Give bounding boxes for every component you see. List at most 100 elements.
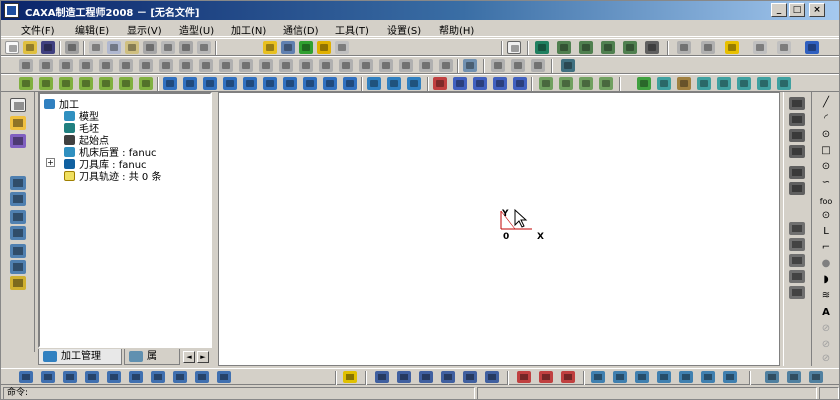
box-icon[interactable] (677, 77, 691, 90)
text-icon[interactable]: A (818, 307, 834, 319)
zoom-window-icon[interactable] (557, 41, 571, 54)
menu-view[interactable]: 显示(V) (127, 22, 162, 37)
edit-tool-icon[interactable] (279, 59, 293, 72)
edit-tool-icon[interactable] (359, 59, 373, 72)
wireframe-icon[interactable] (677, 41, 691, 54)
tab-machining-manager[interactable]: 加工管理 (38, 349, 122, 365)
spline-icon[interactable]: ∽ (818, 177, 834, 189)
solid-op-icon[interactable] (539, 77, 553, 90)
zoom-in-icon[interactable] (579, 41, 593, 54)
edit-tool-icon[interactable] (199, 59, 213, 72)
edit-tool-icon[interactable] (79, 59, 93, 72)
menu-tools[interactable]: 工具(T) (335, 22, 369, 37)
box-icon[interactable] (717, 77, 731, 90)
edit-tool-icon[interactable] (419, 59, 433, 72)
machining-op-icon[interactable] (19, 371, 33, 383)
tool-icon[interactable] (10, 210, 26, 224)
toolpath-edit-icon[interactable] (375, 371, 389, 383)
dimension-icon[interactable] (789, 97, 805, 110)
post-process-icon[interactable] (809, 371, 823, 383)
eraser-icon[interactable] (343, 371, 357, 383)
feature-icon[interactable] (139, 77, 153, 90)
window-cascade-icon[interactable] (777, 41, 791, 54)
layer-icon[interactable] (317, 41, 331, 54)
simulation-icon[interactable] (591, 371, 605, 383)
select-arrow-icon[interactable] (10, 98, 26, 112)
tab-properties[interactable]: 属 (124, 349, 180, 365)
rectangle-icon[interactable]: □ (818, 145, 834, 157)
feature-icon[interactable] (39, 77, 53, 90)
box-icon[interactable] (777, 77, 791, 90)
tool-icon[interactable] (10, 192, 26, 206)
fillet-icon[interactable]: ⌐ (818, 242, 834, 254)
edit-tool-icon[interactable] (491, 59, 505, 72)
open-file-icon[interactable] (23, 41, 37, 54)
edit-tool-icon[interactable] (511, 59, 525, 72)
command-line[interactable]: 命令: (3, 387, 475, 399)
point-icon[interactable]: ⊙ (818, 210, 834, 222)
simulation-icon[interactable] (635, 371, 649, 383)
filter-icon[interactable] (299, 41, 313, 54)
trim-icon[interactable] (513, 77, 527, 90)
hidden-line-icon[interactable] (701, 41, 715, 54)
simulation-icon[interactable] (701, 371, 715, 383)
surface-tool-icon[interactable] (343, 77, 357, 90)
machining-op-icon[interactable] (129, 371, 143, 383)
machining-op-icon[interactable] (85, 371, 99, 383)
edit-tool-icon[interactable] (239, 59, 253, 72)
surface-tool-icon[interactable] (203, 77, 217, 90)
simulation-icon[interactable] (679, 371, 693, 383)
machining-op-icon[interactable] (173, 371, 187, 383)
maximize-button[interactable]: □ (789, 3, 805, 17)
machining-op-icon[interactable] (63, 371, 77, 383)
tree-item-toolpath[interactable]: 刀具轨迹 : 共 0 条 (64, 168, 161, 183)
edit-tool-icon[interactable] (179, 59, 193, 72)
toolpath-edit-icon[interactable] (397, 371, 411, 383)
pencil-icon[interactable] (10, 116, 26, 130)
edit-tool-icon[interactable] (19, 59, 33, 72)
trim-icon[interactable] (473, 77, 487, 90)
menu-modeling[interactable]: 造型(U) (179, 22, 214, 37)
surface-tool-icon[interactable] (163, 77, 177, 90)
equidistant-icon[interactable]: ≋ (818, 290, 834, 302)
dimension-icon[interactable] (789, 145, 805, 158)
disabled-tool-icon[interactable]: ⊘ (818, 323, 834, 335)
edit-tool-icon[interactable] (159, 59, 173, 72)
simulation-icon[interactable] (613, 371, 627, 383)
disabled-tool-icon[interactable]: ⊘ (818, 339, 834, 351)
copy-icon[interactable] (107, 41, 121, 54)
tool-icon[interactable] (10, 276, 26, 290)
sketch-icon[interactable] (10, 134, 26, 148)
edit-tool-icon[interactable] (119, 59, 133, 72)
ellipse-icon[interactable]: ⊙ (818, 161, 834, 173)
shaded-icon[interactable] (725, 41, 739, 54)
paste-icon[interactable] (125, 41, 139, 54)
surface-edit-icon[interactable] (367, 77, 381, 90)
menu-settings[interactable]: 设置(S) (387, 22, 421, 37)
redo-icon[interactable] (179, 41, 193, 54)
undo-icon[interactable] (143, 41, 157, 54)
surface-tool-icon[interactable] (243, 77, 257, 90)
machining-op-icon[interactable] (41, 371, 55, 383)
dimension-icon[interactable] (789, 113, 805, 126)
trajectory-icon[interactable] (517, 371, 531, 383)
edit-tool-icon[interactable] (299, 59, 313, 72)
solid-op-icon[interactable] (579, 77, 593, 90)
toolpath-edit-icon[interactable] (463, 371, 477, 383)
arc-icon[interactable]: ◜ (818, 113, 834, 125)
circle-icon[interactable]: ⊙ (818, 129, 834, 141)
curve-tool-icon[interactable] (789, 254, 805, 267)
undo-dropdown-icon[interactable] (161, 41, 175, 54)
hatch-icon[interactable]: ● (818, 258, 834, 270)
edit-tool-icon[interactable] (531, 59, 545, 72)
menu-machining[interactable]: 加工(N) (231, 22, 266, 37)
tab-scroll-left-button[interactable]: ◄ (183, 351, 195, 363)
feature-icon[interactable] (79, 77, 93, 90)
edit-tool-icon[interactable] (139, 59, 153, 72)
curve-tool-icon[interactable] (789, 238, 805, 251)
surface-edit-icon[interactable] (407, 77, 421, 90)
machining-op-icon[interactable] (195, 371, 209, 383)
box-icon[interactable] (757, 77, 771, 90)
surface-edit-icon[interactable] (387, 77, 401, 90)
box-icon[interactable] (637, 77, 651, 90)
